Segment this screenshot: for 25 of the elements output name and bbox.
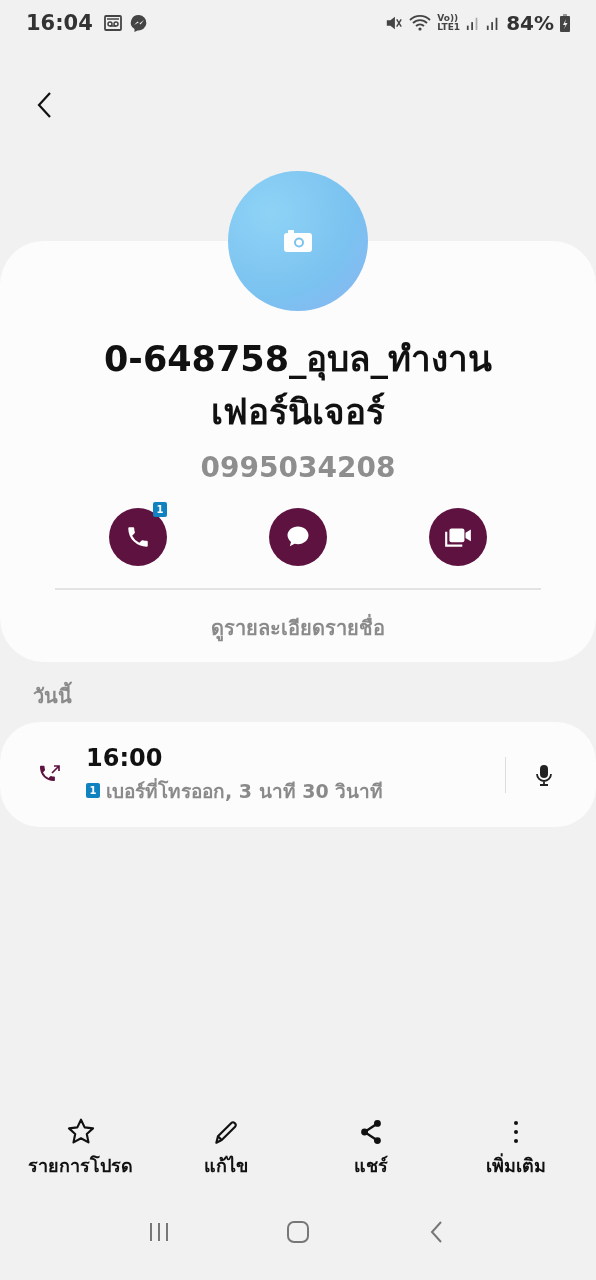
sim-badge: 1 bbox=[153, 502, 167, 517]
phone-number: 0995034208 bbox=[200, 451, 396, 484]
voicemail-icon bbox=[102, 12, 123, 33]
share-button[interactable]: แชร์ bbox=[315, 1117, 426, 1180]
favorite-button[interactable]: รายการโปรด bbox=[25, 1117, 136, 1180]
call-log-entry[interactable]: 16:00 1 เบอร์ที่โทรออก, 3 นาที 30 วินาที bbox=[0, 722, 596, 827]
camera-icon bbox=[283, 229, 313, 253]
battery-charging-icon bbox=[560, 13, 570, 32]
sim-badge: 1 bbox=[86, 783, 100, 798]
section-heading: วันนี้ bbox=[33, 680, 596, 712]
volte-label: Vo)) bbox=[437, 13, 459, 23]
lte-label: LTE1 bbox=[437, 22, 461, 32]
clock: 16:04 bbox=[26, 10, 93, 35]
call-description: เบอร์ที่โทรออก, 3 นาที 30 วินาที bbox=[106, 777, 384, 804]
messenger-icon bbox=[128, 12, 149, 33]
phone-icon bbox=[125, 524, 151, 550]
home-button[interactable] bbox=[286, 1220, 310, 1244]
call-time: 16:00 bbox=[86, 743, 164, 772]
contact-name: 0-648758_อุบล_ทำงานเฟอร์นิเจอร์ bbox=[103, 338, 493, 434]
more-button[interactable]: เพิ่มเติม bbox=[460, 1117, 571, 1180]
edit-button[interactable]: แก้ไข bbox=[170, 1117, 281, 1180]
battery-percent: 84% bbox=[506, 10, 554, 35]
wifi-icon bbox=[409, 13, 432, 32]
message-button[interactable] bbox=[269, 508, 327, 566]
video-button[interactable] bbox=[429, 508, 487, 566]
